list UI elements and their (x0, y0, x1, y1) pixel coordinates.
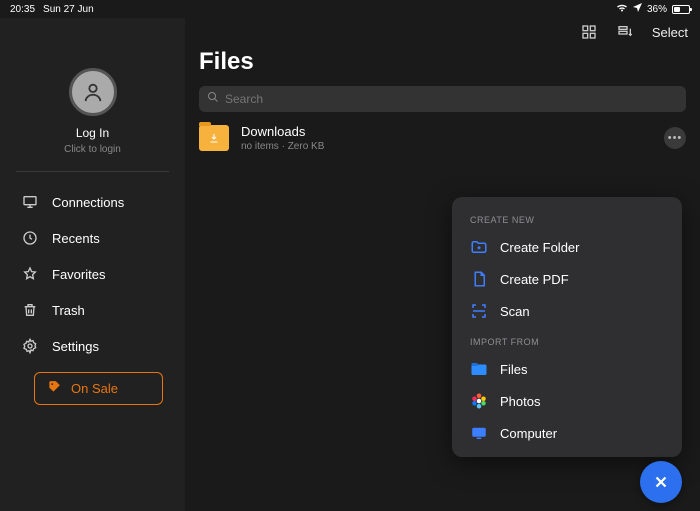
gear-icon (22, 338, 38, 354)
popup-header-import: IMPORT FROM (452, 333, 682, 353)
menu-import-computer[interactable]: Computer (452, 417, 682, 449)
files-app-icon (470, 360, 488, 378)
menu-label: Create Folder (500, 240, 579, 255)
sidebar-item-label: Trash (52, 303, 85, 318)
create-folder-icon (470, 238, 488, 256)
add-menu: CREATE NEW Create Folder Create PDF Scan… (452, 197, 682, 457)
status-date: Sun 27 Jun (43, 4, 94, 15)
sidebar-item-label: Settings (52, 339, 99, 354)
sidebar-item-settings[interactable]: Settings (0, 328, 185, 364)
search-icon (207, 90, 219, 108)
sort-icon[interactable] (616, 23, 634, 41)
sidebar-item-label: Favorites (52, 267, 105, 282)
menu-scan[interactable]: Scan (452, 295, 682, 327)
wifi-icon (616, 3, 628, 15)
sidebar-item-label: Recents (52, 231, 100, 246)
menu-label: Scan (500, 304, 530, 319)
folder-meta: no items · Zero KB (241, 141, 324, 152)
menu-import-files[interactable]: Files (452, 353, 682, 385)
close-icon (652, 473, 670, 491)
menu-label: Files (500, 362, 527, 377)
sidebar-item-trash[interactable]: Trash (0, 292, 185, 328)
folder-icon (199, 125, 229, 151)
create-pdf-icon (470, 270, 488, 288)
menu-create-folder[interactable]: Create Folder (452, 231, 682, 263)
divider (16, 171, 169, 172)
avatar[interactable] (69, 68, 117, 116)
login-subtitle: Click to login (0, 144, 185, 155)
sidebar-item-recents[interactable]: Recents (0, 220, 185, 256)
fab-close[interactable] (640, 461, 682, 503)
status-time: 20:35 (10, 4, 35, 15)
menu-label: Computer (500, 426, 557, 441)
location-icon (633, 3, 642, 15)
scan-icon (470, 302, 488, 320)
popup-header-create: CREATE NEW (452, 211, 682, 231)
search-bar[interactable] (199, 86, 686, 112)
grid-view-icon[interactable] (580, 23, 598, 41)
on-sale-label: On Sale (71, 381, 118, 396)
search-input[interactable] (225, 92, 678, 106)
select-button[interactable]: Select (652, 25, 688, 40)
clock-icon (22, 230, 38, 246)
folder-name: Downloads (241, 124, 324, 139)
sidebar-item-connections[interactable]: Connections (0, 184, 185, 220)
trash-icon (22, 302, 38, 318)
sidebar-item-label: Connections (52, 195, 124, 210)
menu-import-photos[interactable]: Photos (452, 385, 682, 417)
menu-label: Photos (500, 394, 540, 409)
on-sale-button[interactable]: On Sale (34, 372, 163, 405)
computer-icon (470, 424, 488, 442)
battery-icon (672, 5, 690, 14)
photos-app-icon (470, 392, 488, 410)
sale-icon (47, 380, 61, 397)
battery-percent: 36% (647, 4, 667, 15)
monitor-icon (22, 194, 38, 210)
login-button[interactable]: Log In (0, 126, 185, 140)
main-content: Select Files Downloads no items · Zero K… (185, 18, 700, 511)
menu-label: Create PDF (500, 272, 569, 287)
sidebar: Log In Click to login Connections Recent… (0, 18, 185, 511)
folder-row-downloads[interactable]: Downloads no items · Zero KB ••• (185, 112, 700, 164)
status-bar: 20:35 Sun 27 Jun 36% (0, 0, 700, 18)
more-icon[interactable]: ••• (664, 127, 686, 149)
menu-create-pdf[interactable]: Create PDF (452, 263, 682, 295)
star-icon (22, 266, 38, 282)
sidebar-item-favorites[interactable]: Favorites (0, 256, 185, 292)
